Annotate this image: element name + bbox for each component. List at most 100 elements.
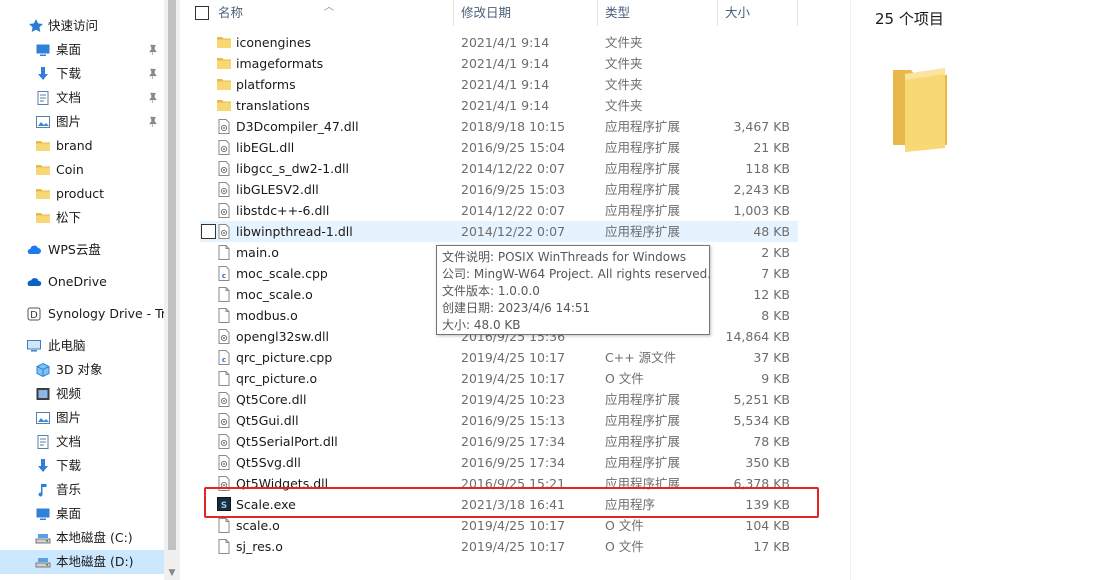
item-count: 25 个项目	[875, 10, 944, 28]
nav-scrollbar[interactable]: ▼	[164, 0, 180, 580]
file-name: libgcc_s_dw2-1.dll	[236, 161, 350, 176]
file-row[interactable]: libEGL.dll 2016/9/25 15:04 应用程序扩展 21 KB	[200, 137, 798, 158]
this-pc-label: 图片	[56, 410, 82, 425]
nav-scrollbar-thumb[interactable]	[168, 0, 176, 550]
column-header-size[interactable]: 大小	[725, 0, 750, 26]
nav-synology-drive[interactable]: D Synology Drive - Tr	[0, 302, 164, 326]
file-row[interactable]: libstdc++-6.dll 2014/12/22 0:07 应用程序扩展 1,00…	[200, 200, 798, 221]
file-modified-date: 2016/9/25 17:34	[461, 434, 566, 449]
file-row[interactable]: scale.o 2019/4/25 10:17 O 文件 104 KB	[200, 515, 798, 536]
column-divider[interactable]	[453, 0, 454, 26]
file-row[interactable]: sj_res.o 2019/4/25 10:17 O 文件 17 KB	[200, 536, 798, 557]
file-type: 应用程序扩展	[605, 392, 681, 407]
quick-access-label: 文档	[56, 90, 82, 105]
dll-file-icon	[218, 182, 230, 197]
column-divider[interactable]	[797, 0, 798, 26]
this-pc-item[interactable]: 本地磁盘 (C:)	[0, 526, 164, 550]
nav-quick-access[interactable]: 快速访问	[0, 14, 164, 38]
file-row[interactable]: Qt5Svg.dll 2016/9/25 17:34 应用程序扩展 350 KB	[200, 452, 798, 473]
file-modified-date: 2019/4/25 10:17	[461, 539, 566, 554]
file-icon	[218, 371, 230, 386]
file-name: sj_res.o	[236, 539, 283, 554]
this-pc-item[interactable]: 音乐	[0, 478, 164, 502]
column-header-date[interactable]: 修改日期	[461, 0, 511, 26]
quick-access-label: 桌面	[56, 42, 82, 57]
file-row[interactable]: Qt5SerialPort.dll 2016/9/25 17:34 应用程序扩展 78…	[200, 431, 798, 452]
file-modified-date: 2016/9/25 15:13	[461, 413, 566, 428]
file-name: D3Dcompiler_47.dll	[236, 119, 359, 134]
this-pc-item[interactable]: 图片	[0, 406, 164, 430]
file-size: 9 KB	[761, 371, 790, 386]
this-pc-label: 音乐	[56, 482, 82, 497]
quick-access-item[interactable]: product	[0, 182, 164, 206]
file-name: scale.o	[236, 518, 280, 533]
column-header-name[interactable]: 名称	[218, 0, 243, 26]
file-row[interactable]: libGLESV2.dll 2016/9/25 15:03 应用程序扩展 2,243 …	[200, 179, 798, 200]
file-name: imageformats	[236, 56, 324, 71]
file-modified-date: 2016/9/25 17:34	[461, 455, 566, 470]
file-modified-date: 2014/12/22 0:07	[461, 203, 566, 218]
highlight-box	[204, 487, 819, 518]
select-all-header[interactable]	[193, 0, 209, 26]
this-pc-label: 桌面	[56, 506, 82, 521]
this-pc-item[interactable]: 桌面	[0, 502, 164, 526]
quick-access-label: 图片	[56, 114, 82, 129]
file-row[interactable]: iconengines 2021/4/1 9:14 文件夹	[200, 32, 798, 53]
file-type: 文件夹	[605, 77, 643, 92]
computer-icon	[27, 340, 41, 352]
file-row[interactable]: D3Dcompiler_47.dll 2018/9/18 10:15 应用程序扩展 3…	[200, 116, 798, 137]
dll-file-icon	[218, 434, 230, 449]
file-row[interactable]: qrc_picture.o 2019/4/25 10:17 O 文件 9 KB	[200, 368, 798, 389]
quick-access-item[interactable]: 桌面	[0, 38, 164, 62]
file-row[interactable]: platforms 2021/4/1 9:14 文件夹	[200, 74, 798, 95]
file-name: translations	[236, 98, 310, 113]
wps-cloud-label: WPS云盘	[48, 242, 101, 257]
this-pc-label: 视频	[56, 386, 82, 401]
download-icon	[38, 67, 48, 80]
file-row[interactable]: c qrc_picture.cpp 2019/4/25 10:17 C++ 源文件 37…	[200, 347, 798, 368]
nav-this-pc[interactable]: 此电脑	[0, 334, 164, 358]
file-type: O 文件	[605, 539, 644, 554]
quick-access-item[interactable]: 图片	[0, 110, 164, 134]
select-all-checkbox[interactable]	[195, 6, 209, 20]
row-checkbox[interactable]	[201, 224, 216, 239]
file-row[interactable]: Qt5Core.dll 2019/4/25 10:23 应用程序扩展 5,251 KB	[200, 389, 798, 410]
dll-file-icon	[218, 161, 230, 176]
file-row[interactable]: translations 2021/4/1 9:14 文件夹	[200, 95, 798, 116]
this-pc-item[interactable]: 视频	[0, 382, 164, 406]
nav-onedrive[interactable]: OneDrive	[0, 270, 164, 294]
tooltip-company: 公司: MingW-W64 Project. All rights reserv…	[442, 267, 712, 281]
scroll-down-arrow-icon[interactable]: ▼	[167, 568, 177, 578]
nav-wps-cloud[interactable]: WPS云盘	[0, 238, 164, 262]
file-row[interactable]: libwinpthread-1.dll 2014/12/22 0:07 应用程序扩展…	[200, 221, 798, 242]
column-header-type[interactable]: 类型	[605, 0, 630, 26]
file-type: 应用程序扩展	[605, 224, 681, 239]
quick-access-item[interactable]: Coin	[0, 158, 164, 182]
file-name: libEGL.dll	[236, 140, 295, 155]
column-divider[interactable]	[597, 0, 598, 26]
this-pc-item[interactable]: 文档	[0, 430, 164, 454]
file-row[interactable]: libgcc_s_dw2-1.dll 2014/12/22 0:07 应用程序扩展 1…	[200, 158, 798, 179]
column-divider[interactable]	[717, 0, 718, 26]
file-size: 104 KB	[745, 518, 790, 533]
this-pc-item[interactable]: 本地磁盘 (D:)	[0, 550, 164, 574]
file-row[interactable]: Qt5Gui.dll 2016/9/25 15:13 应用程序扩展 5,534 KB	[200, 410, 798, 431]
pin-icon	[149, 44, 157, 56]
this-pc-label: 本地磁盘 (D:)	[56, 554, 134, 569]
file-name: libstdc++-6.dll	[236, 203, 330, 218]
this-pc-item[interactable]: 3D 对象	[0, 358, 164, 382]
file-modified-date: 2021/4/1 9:14	[461, 77, 550, 92]
quick-access-item[interactable]: 文档	[0, 86, 164, 110]
quick-access-label: 松下	[56, 210, 82, 225]
this-pc-item[interactable]: 下载	[0, 454, 164, 478]
quick-access-item[interactable]: 下载	[0, 62, 164, 86]
file-icon	[218, 518, 230, 533]
file-row[interactable]: imageformats 2021/4/1 9:14 文件夹	[200, 53, 798, 74]
folder-icon	[36, 213, 50, 223]
file-name: modbus.o	[236, 308, 298, 323]
file-type: 文件夹	[605, 98, 643, 113]
quick-access-item[interactable]: brand	[0, 134, 164, 158]
file-size: 1,003 KB	[733, 203, 790, 218]
file-size: 48 KB	[753, 224, 790, 239]
quick-access-item[interactable]: 松下	[0, 206, 164, 230]
